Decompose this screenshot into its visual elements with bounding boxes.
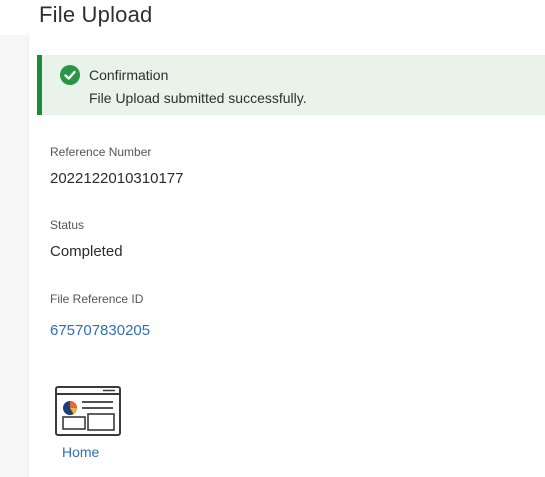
confirmation-message: File Upload submitted successfully.	[89, 90, 307, 106]
home-button[interactable]: Home	[50, 380, 130, 465]
confirmation-title: Confirmation	[89, 67, 169, 83]
home-label: Home	[62, 444, 100, 460]
file-reference-id-link[interactable]: 675707830205	[50, 322, 150, 339]
page-title: File Upload	[39, 2, 153, 27]
outer-background	[0, 35, 28, 477]
dashboard-icon	[55, 386, 121, 436]
confirmation-banner: Confirmation File Upload submitted succe…	[37, 55, 545, 115]
file-reference-id-label: File Reference ID	[50, 292, 144, 306]
status-label: Status	[50, 218, 85, 232]
reference-number-label: Reference Number	[50, 145, 152, 159]
check-circle-icon	[60, 65, 80, 85]
reference-number-value: 2022122010310177	[50, 170, 184, 187]
status-value: Completed	[50, 243, 123, 260]
